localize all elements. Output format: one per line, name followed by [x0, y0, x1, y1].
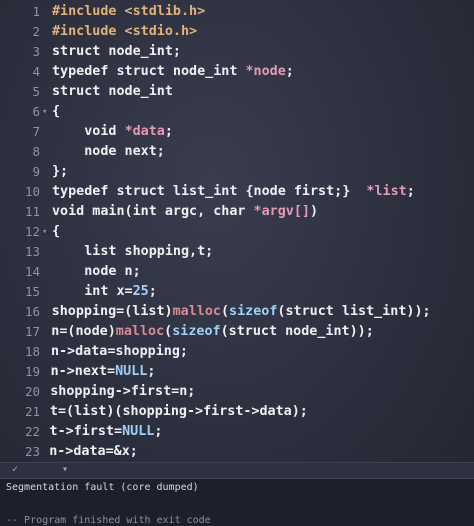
code-line[interactable]: 1 #include <stdlib.h> — [0, 2, 474, 22]
code-line[interactable]: 8 node next; — [0, 142, 474, 162]
code-line[interactable]: 13 list shopping,t; — [0, 242, 474, 262]
code-line[interactable]: 19 n->next=NULL; — [0, 362, 474, 382]
code-text: void main(int argc, char *argv[]) — [52, 204, 319, 219]
line-number: 7 — [32, 124, 40, 139]
code-line[interactable]: 15 int x=25; — [0, 282, 474, 302]
code-text: typedef struct node_int *node; — [52, 64, 294, 79]
code-editor[interactable]: 1 #include <stdlib.h> 2 #include <stdio.h> 3… — [0, 0, 474, 519]
code-text: t=(list)(shopping->first->data); — [49, 404, 308, 419]
code-line[interactable]: 21 t=(list)(shopping->first->data); — [0, 402, 474, 422]
ide-screen: 1 #include <stdlib.h> 2 #include <stdio.h> 3… — [0, 0, 474, 526]
code-text: { — [52, 224, 61, 239]
line-number: 17 — [24, 324, 40, 339]
console-panel: Segmentation fault (core dumped) -- Prog… — [0, 478, 474, 526]
code-text: shopping=(list)malloc(sizeof(struct list… — [51, 304, 431, 319]
code-text: }; — [52, 164, 69, 179]
line-number: 4 — [32, 64, 40, 79]
chevron-down-icon[interactable]: ▾ — [62, 463, 68, 477]
line-number: 9 — [32, 164, 40, 179]
code-text: struct node_int — [52, 84, 173, 99]
line-number: 21 — [24, 404, 40, 419]
line-number: 15 — [24, 284, 40, 299]
code-line[interactable]: 17 n=(node)malloc(sizeof(struct node_int)… — [0, 322, 474, 342]
console-error-text: Segmentation fault (core dumped) — [6, 482, 199, 493]
line-number: 20 — [24, 384, 40, 399]
code-line[interactable]: 5 struct node_int — [0, 82, 474, 102]
code-text: #include <stdlib.h> — [52, 4, 206, 19]
code-text: n->next=NULL; — [50, 364, 156, 379]
code-line[interactable]: 2 #include <stdio.h> — [0, 22, 474, 42]
line-number: 16 — [24, 304, 40, 319]
code-line[interactable]: 16 shopping=(list)malloc(sizeof(struct li… — [0, 302, 474, 322]
line-number: 10 — [24, 184, 40, 199]
fold-bar: ✓ ▾ — [0, 462, 474, 479]
code-line[interactable]: 23 n->data=&x; — [0, 442, 474, 462]
line-number: 23 — [24, 444, 40, 459]
line-number: 8 — [32, 144, 40, 159]
line-number: 11 — [24, 204, 40, 219]
code-text: struct node_int; — [52, 44, 181, 59]
line-number: 13 — [24, 244, 40, 259]
code-line[interactable]: 9}; — [0, 162, 474, 182]
check-icon: ✓ — [12, 464, 19, 475]
code-line[interactable]: 7 void *data; — [0, 122, 474, 142]
code-text: void *data; — [52, 124, 173, 139]
line-number: 5 — [32, 84, 40, 99]
line-number: 3 — [32, 44, 40, 59]
code-text: int x=25; — [52, 284, 157, 299]
code-text: t->first=NULL; — [49, 424, 163, 439]
code-text: typedef struct list_int {node first;} *l… — [52, 184, 415, 199]
code-line[interactable]: 14 node n; — [0, 262, 474, 282]
code-line[interactable]: 22 t->first=NULL; — [0, 422, 474, 442]
code-text: n->data=&x; — [49, 444, 138, 459]
console-exit-text: -- Program finished with exit code — [6, 515, 211, 526]
code-text: shopping->first=n; — [50, 384, 196, 399]
code-line[interactable]: 4 typedef struct node_int *node; — [0, 62, 474, 82]
code-text: node next; — [52, 144, 165, 159]
code-text: n=(node)malloc(sizeof(struct node_int)); — [51, 324, 374, 339]
code-text: list shopping,t; — [52, 244, 214, 259]
line-number: 22 — [24, 424, 40, 439]
code-line[interactable]: 18 n->data=shopping; — [0, 342, 474, 362]
line-number: 2 — [32, 24, 40, 39]
code-line[interactable]: 12 ▾ { — [0, 222, 474, 242]
code-line[interactable]: 10 typedef struct list_int {node first;} … — [0, 182, 474, 202]
code-text: n->data=shopping; — [50, 344, 188, 359]
code-line[interactable]: 20 shopping->first=n; — [0, 382, 474, 402]
code-text: node n; — [52, 264, 141, 279]
fold-toggle-icon[interactable]: ▾ — [42, 222, 47, 242]
code-line[interactable]: 6 ▾ { — [0, 102, 474, 122]
line-number: 14 — [24, 264, 40, 279]
fold-toggle-icon[interactable]: ▾ — [42, 102, 47, 122]
code-line[interactable]: 3 struct node_int; — [0, 42, 474, 62]
code-text: #include <stdio.h> — [52, 24, 198, 39]
line-number: 1 — [32, 4, 40, 19]
line-number: 19 — [24, 364, 40, 379]
code-text: { — [52, 104, 61, 119]
line-number: 6 — [32, 104, 40, 119]
line-number: 18 — [24, 344, 40, 359]
code-line[interactable]: 11 void main(int argc, char *argv[]) — [0, 202, 474, 222]
line-number: 12 — [24, 224, 40, 239]
